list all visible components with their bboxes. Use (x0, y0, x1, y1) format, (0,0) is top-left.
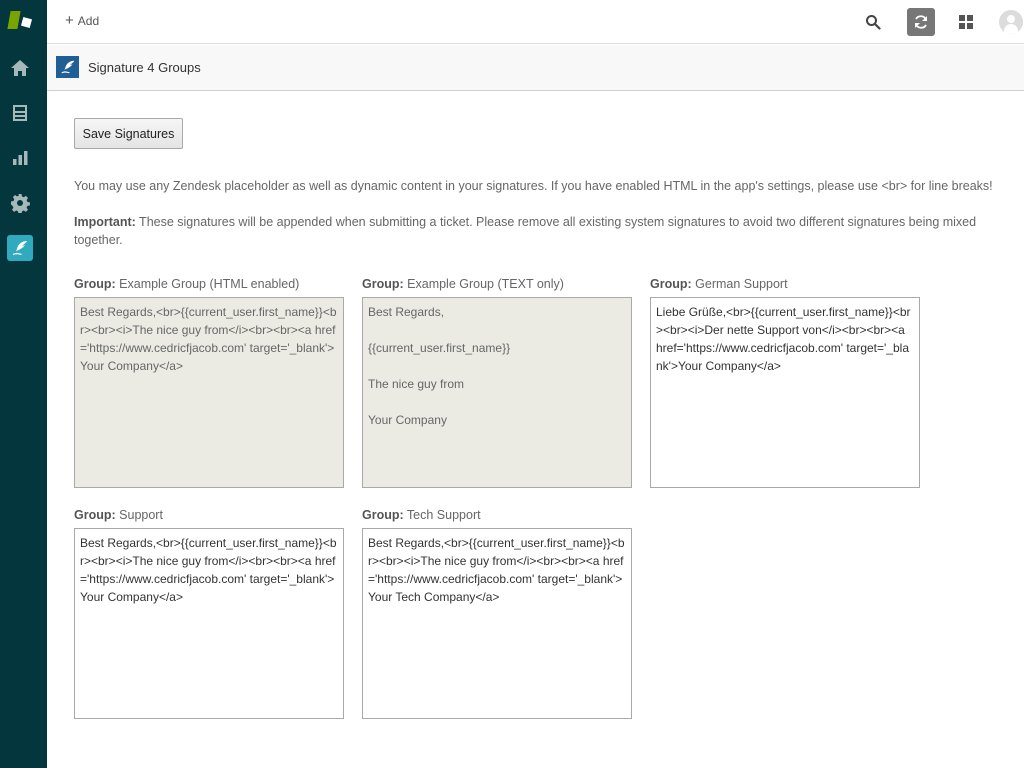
group-label: Group: Example Group (HTML enabled) (74, 277, 344, 297)
signature-textarea[interactable] (362, 528, 632, 719)
refresh-button[interactable] (907, 8, 935, 36)
important-text: These signatures will be appended when s… (74, 215, 977, 247)
group-signature: Group: Support (74, 508, 344, 719)
group-signature: Group: Example Group (HTML enabled) (74, 277, 344, 488)
apps-button[interactable] (952, 8, 980, 36)
plus-icon: + (65, 12, 74, 29)
signature-textarea (362, 297, 632, 488)
add-button[interactable]: + Add (65, 12, 100, 29)
group-signature: Group: Tech Support (362, 508, 632, 719)
signature-textarea (74, 297, 344, 488)
group-label: Group: Example Group (TEXT only) (362, 277, 632, 297)
group-label: Group: Support (74, 508, 344, 528)
group-name: Support (119, 508, 163, 522)
apps-grid-icon (959, 15, 973, 29)
group-prefix: Group: (362, 277, 404, 291)
refresh-icon (915, 15, 927, 29)
search-icon (866, 15, 881, 30)
gear-icon (11, 194, 30, 213)
signature-app-logo-icon (56, 56, 79, 78)
sidebar-item-views[interactable] (7, 100, 33, 126)
signature-textarea[interactable] (74, 528, 344, 719)
save-signatures-button[interactable]: Save Signatures (74, 118, 183, 149)
sidebar (0, 0, 47, 768)
group-name: Example Group (HTML enabled) (119, 277, 300, 291)
zendesk-logo-icon[interactable] (7, 9, 34, 33)
top-bar: + Add (47, 0, 1024, 44)
group-name: Tech Support (406, 508, 481, 522)
add-label: Add (77, 14, 100, 28)
signature-textarea[interactable] (650, 297, 920, 488)
info-text: You may use any Zendesk placeholder as w… (74, 179, 993, 193)
sidebar-item-signature-app[interactable] (7, 235, 33, 261)
group-label: Group: Tech Support (362, 508, 632, 528)
user-avatar-icon (999, 10, 1023, 34)
user-avatar-button[interactable] (997, 8, 1024, 36)
group-name: German Support (695, 277, 788, 291)
important-label: Important: (74, 215, 136, 229)
app-header: Signature 4 Groups (47, 45, 1024, 91)
group-prefix: Group: (74, 277, 116, 291)
search-button[interactable] (859, 8, 887, 36)
important-notice: Important: These signatures will be appe… (74, 213, 1004, 249)
sidebar-item-home[interactable] (7, 55, 33, 81)
group-name: Example Group (TEXT only) (407, 277, 564, 291)
group-label: Group: German Support (650, 277, 920, 297)
home-icon (11, 60, 29, 76)
quill-icon (13, 241, 27, 255)
app-title: Signature 4 Groups (88, 60, 201, 75)
group-prefix: Group: (650, 277, 692, 291)
sidebar-item-reporting[interactable] (7, 145, 33, 171)
bar-chart-icon (13, 151, 28, 165)
group-signature: Group: Example Group (TEXT only) (362, 277, 632, 488)
sidebar-item-admin[interactable] (7, 190, 33, 216)
group-signature: Group: German Support (650, 277, 920, 488)
group-prefix: Group: (362, 508, 404, 522)
group-prefix: Group: (74, 508, 116, 522)
inbox-icon (13, 105, 27, 121)
